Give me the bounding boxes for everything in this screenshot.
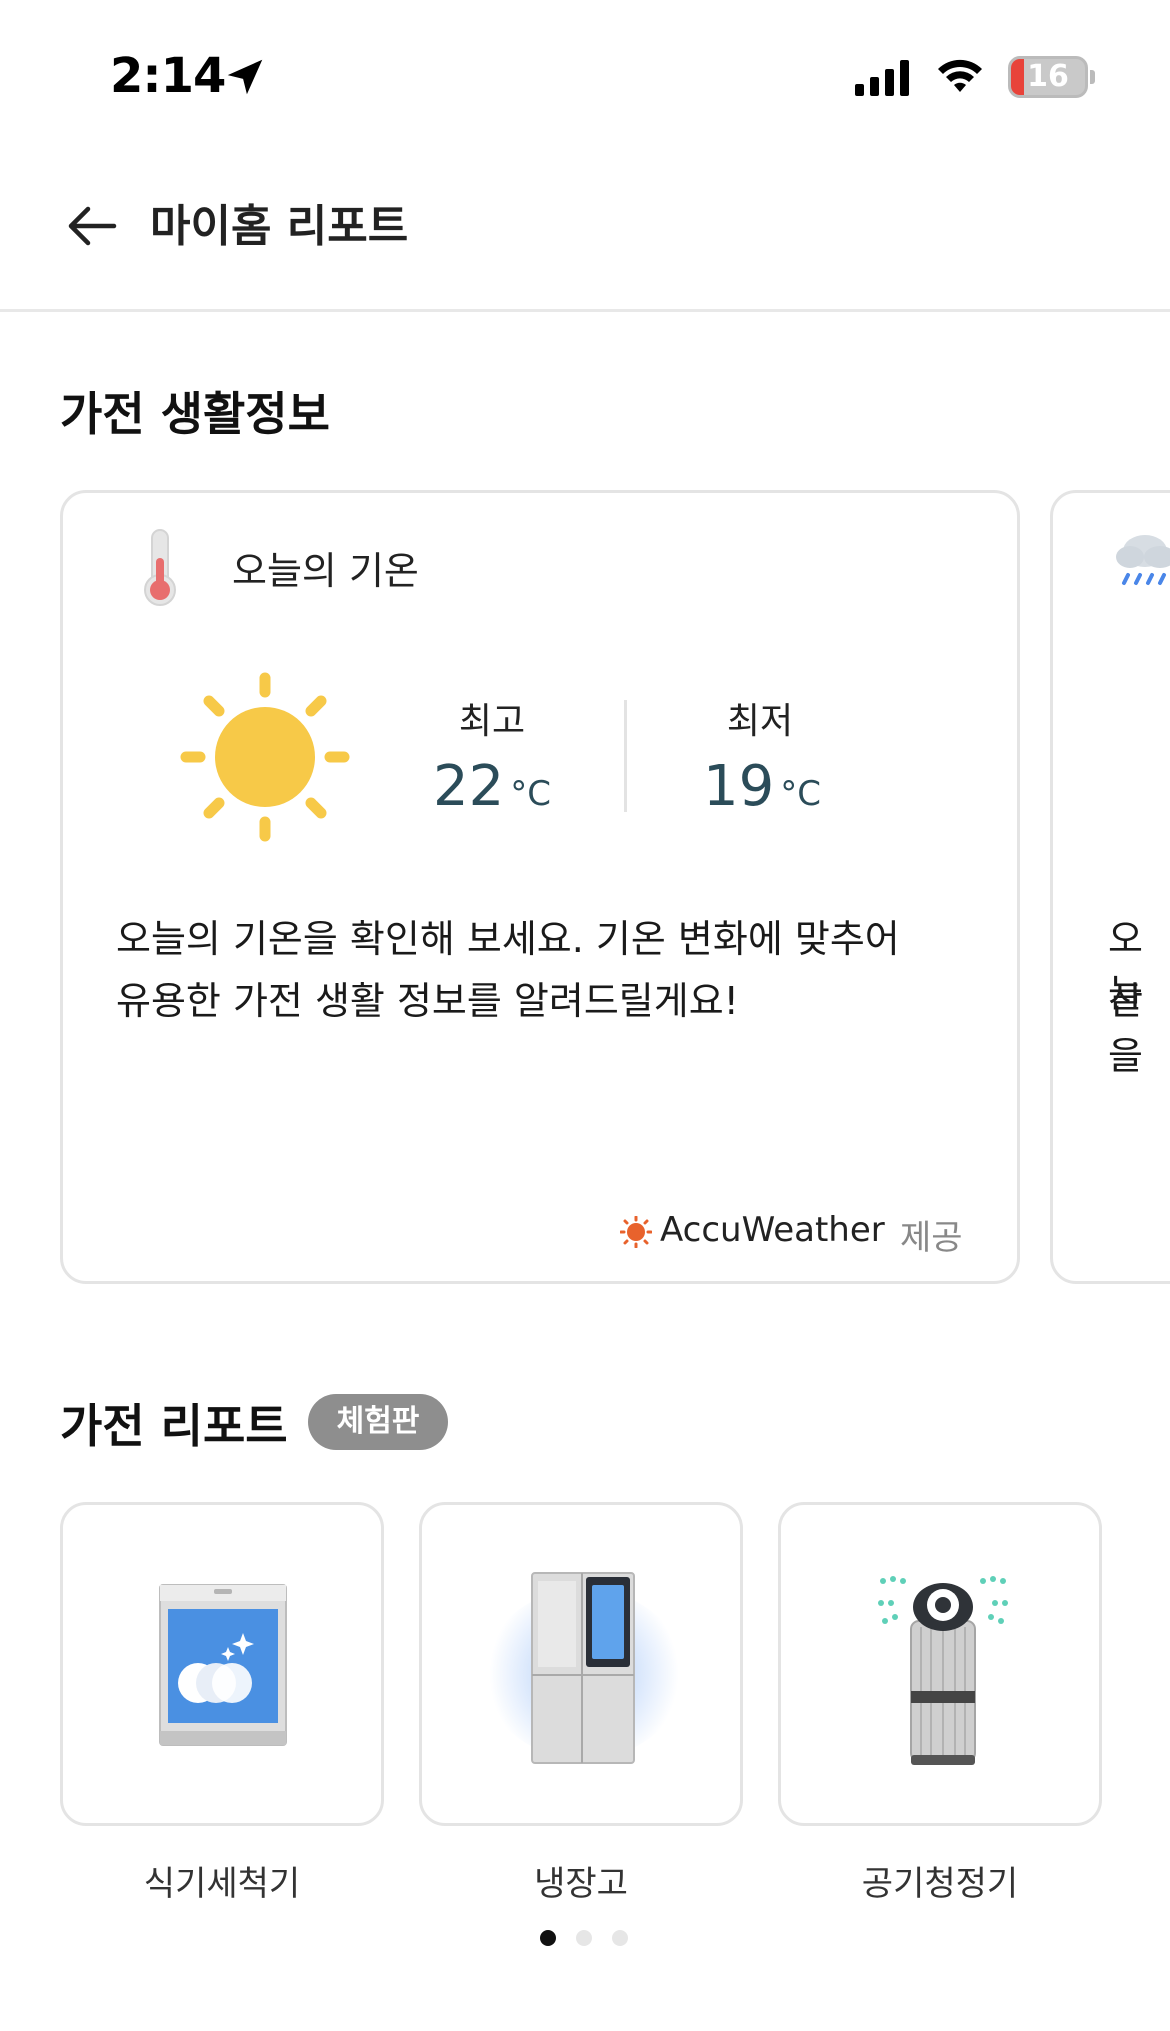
thermometer-icon [144, 529, 176, 606]
weather-description: 오늘의 기온을 확인해 보세요. 기온 변화에 맞추어 유용한 가전 생활 정보… [116, 908, 976, 1032]
low-temp-label: 최저 [726, 701, 794, 742]
page-dot-3[interactable] [612, 1930, 628, 1946]
rain-cloud-icon [1116, 535, 1170, 585]
weather-card-title: 오늘의 기온 [232, 549, 419, 593]
back-arrow-icon[interactable] [62, 196, 122, 256]
accuweather-sun-icon [620, 1216, 652, 1248]
high-temp-number: 22 [432, 754, 505, 819]
status-time: 2:14 [110, 48, 226, 104]
wifi-icon [938, 59, 982, 92]
location-arrow-icon [227, 59, 263, 95]
page-title: 마이홈 리포트 [150, 201, 409, 252]
appliance-card-air-purifier[interactable] [778, 1502, 1102, 1826]
cellular-signal-icon [855, 60, 909, 96]
page-dot-1[interactable] [540, 1930, 556, 1946]
low-temp-number: 19 [702, 754, 775, 819]
battery-level: 16 [1027, 59, 1069, 94]
high-temp-label: 최고 [458, 701, 526, 742]
weather-card[interactable] [60, 490, 1020, 1284]
appliance-label-air-purifier: 공기청정기 [861, 1864, 1019, 1904]
battery-icon: 16 [1008, 56, 1088, 98]
pagination-dots [540, 1930, 628, 1946]
high-temp-unit: °C [510, 774, 551, 814]
weather-description-line1: 오늘의 기온을 확인해 보세요. 기온 변화에 맞추어 [116, 917, 900, 961]
section-title-appliance-life: 가전 생활정보 [60, 387, 330, 441]
appliance-label-refrigerator: 냉장고 [534, 1864, 628, 1904]
weather-provider-suffix: 제공 [900, 1218, 963, 1258]
dishwasher-icon [159, 1584, 287, 1746]
low-temp-unit: °C [780, 774, 821, 814]
low-temp-value: 19 °C [652, 754, 872, 819]
page-dot-2[interactable] [576, 1930, 592, 1946]
high-temp-value: 22 °C [382, 754, 602, 819]
air-purifier-icon [878, 1576, 1008, 1765]
next-card-text-line2: 산을 [1108, 979, 1143, 1078]
next-info-card[interactable] [1050, 490, 1170, 1284]
refrigerator-icon [531, 1572, 635, 1764]
weather-provider-name: AccuWeather [660, 1210, 885, 1250]
sun-icon [180, 672, 350, 842]
header-divider [0, 309, 1170, 312]
appliance-card-dishwasher[interactable] [60, 1502, 384, 1826]
appliance-card-refrigerator[interactable] [419, 1502, 743, 1826]
trial-badge: 체험판 [308, 1394, 448, 1450]
section-title-appliance-report: 가전 리포트 [60, 1399, 288, 1453]
appliance-label-dishwasher: 식기세척기 [143, 1864, 301, 1904]
temp-divider [624, 700, 627, 812]
weather-description-line2: 유용한 가전 생활 정보를 알려드릴게요! [116, 979, 739, 1023]
battery-nub [1090, 70, 1095, 84]
